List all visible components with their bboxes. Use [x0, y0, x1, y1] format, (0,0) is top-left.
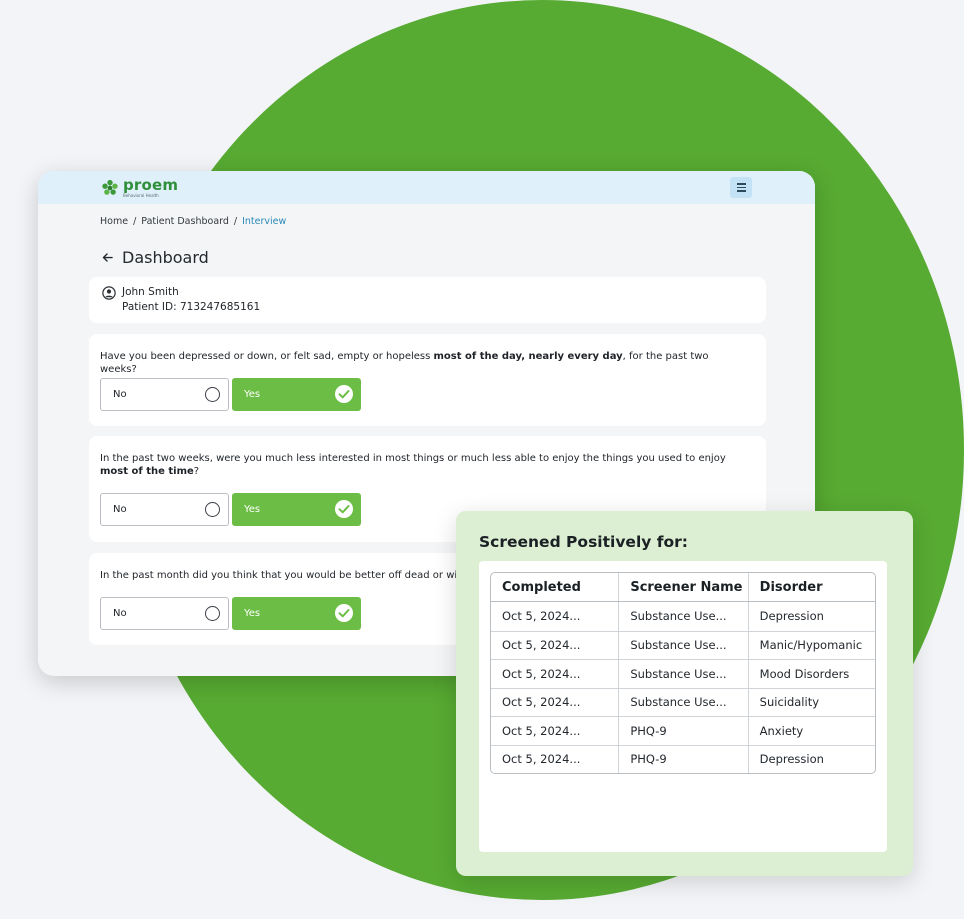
- breadcrumb: Home / Patient Dashboard / Interview: [100, 216, 286, 227]
- answer-yes-button[interactable]: Yes: [232, 597, 361, 630]
- logo-flower-icon: [102, 179, 118, 195]
- answer-no-button[interactable]: No: [100, 493, 229, 526]
- cell-screener-name: PHQ-9: [618, 745, 747, 773]
- cell-screener-name: Substance Use...: [618, 602, 747, 631]
- breadcrumb-separator: /: [133, 216, 137, 227]
- menu-line-icon: [736, 183, 746, 185]
- answer-no-label: No: [113, 389, 127, 400]
- breadcrumb-home[interactable]: Home: [100, 216, 128, 227]
- table-row[interactable]: Oct 5, 2024... Substance Use... Suicidal…: [491, 687, 875, 716]
- logo-text: proem: [123, 176, 179, 194]
- table-row[interactable]: Oct 5, 2024... PHQ-9 Anxiety: [491, 716, 875, 745]
- cell-completed: Oct 5, 2024...: [502, 638, 581, 653]
- screened-title: Screened Positively for:: [479, 533, 688, 551]
- question-card: Have you been depressed or down, or felt…: [89, 334, 766, 426]
- back-arrow-icon[interactable]: [102, 252, 113, 263]
- cell-disorder: Anxiety: [747, 717, 875, 745]
- top-bar: proem Behavioral Health: [38, 171, 815, 204]
- radio-unchecked-icon: [205, 606, 220, 621]
- cell-screener-name: Substance Use...: [618, 688, 747, 716]
- cell-disorder: Suicidality: [747, 688, 875, 716]
- patient-name: John Smith: [122, 286, 179, 298]
- cell-completed: Oct 5, 2024...: [502, 723, 581, 738]
- answer-no-label: No: [113, 504, 127, 515]
- answer-yes-label: Yes: [244, 504, 261, 515]
- table-header-row: Completed Screener Name Disorder: [491, 573, 875, 602]
- logo-subtitle: Behavioral Health: [123, 193, 159, 198]
- screened-positively-panel: Screened Positively for: Completed Scree…: [456, 511, 913, 876]
- screened-table: Completed Screener Name Disorder Oct 5, …: [490, 572, 876, 774]
- breadcrumb-separator: /: [233, 216, 238, 227]
- answer-yes-label: Yes: [244, 389, 261, 400]
- answer-no-button[interactable]: No: [100, 597, 229, 630]
- cell-completed: Oct 5, 2024...: [502, 666, 581, 681]
- page-title: Dashboard: [102, 248, 209, 267]
- column-header-screener-name[interactable]: Screener Name: [618, 573, 747, 601]
- cell-completed: Oct 5, 2024...: [502, 752, 581, 767]
- menu-line-icon: [736, 186, 746, 189]
- hamburger-menu-button[interactable]: [730, 177, 752, 198]
- page-title-text: Dashboard: [122, 248, 209, 267]
- answer-yes-button[interactable]: Yes: [232, 378, 361, 411]
- answer-yes-label: Yes: [244, 608, 261, 619]
- table-row[interactable]: Oct 5, 2024... PHQ-9 Depression: [491, 744, 875, 773]
- question-text: In the past two weeks, were you much les…: [100, 453, 726, 477]
- radio-unchecked-icon: [205, 387, 220, 402]
- table-row[interactable]: Oct 5, 2024... Substance Use... Mood Dis…: [491, 659, 875, 688]
- answer-yes-button[interactable]: Yes: [232, 493, 361, 526]
- answer-no-label: No: [113, 608, 127, 619]
- patient-id: Patient ID: 713247685161: [122, 301, 261, 313]
- patient-card: John Smith Patient ID: 713247685161: [89, 277, 766, 323]
- user-circle-icon: [102, 286, 116, 300]
- cell-screener-name: PHQ-9: [618, 717, 747, 745]
- breadcrumb-interview[interactable]: Interview: [242, 216, 286, 227]
- cell-disorder: Manic/Hypomanic: [747, 631, 875, 659]
- cell-screener-name: Substance Use...: [618, 660, 747, 688]
- table-row[interactable]: Oct 5, 2024... Substance Use... Depressi…: [491, 602, 875, 631]
- radio-unchecked-icon: [205, 502, 220, 517]
- cell-disorder: Mood Disorders: [747, 660, 875, 688]
- breadcrumb-patient-dashboard[interactable]: Patient Dashboard: [141, 216, 229, 227]
- check-circle-icon: [335, 500, 353, 518]
- check-circle-icon: [335, 604, 353, 622]
- logo[interactable]: proem Behavioral Health: [101, 178, 178, 198]
- check-circle-icon: [335, 385, 353, 403]
- menu-line-icon: [736, 190, 746, 192]
- cell-disorder: Depression: [747, 745, 875, 773]
- cell-screener-name: Substance Use...: [618, 631, 747, 659]
- cell-disorder: Depression: [747, 602, 875, 631]
- cell-completed: Oct 5, 2024...: [502, 695, 581, 710]
- column-header-disorder[interactable]: Disorder: [747, 573, 875, 601]
- table-row[interactable]: Oct 5, 2024... Substance Use... Manic/Hy…: [491, 630, 875, 659]
- cell-completed: Oct 5, 2024...: [502, 609, 581, 624]
- question-text: Have you been depressed or down, or felt…: [100, 351, 709, 375]
- screened-table-container: Completed Screener Name Disorder Oct 5, …: [479, 561, 887, 852]
- column-header-completed[interactable]: Completed: [491, 573, 618, 601]
- answer-no-button[interactable]: No: [100, 378, 229, 411]
